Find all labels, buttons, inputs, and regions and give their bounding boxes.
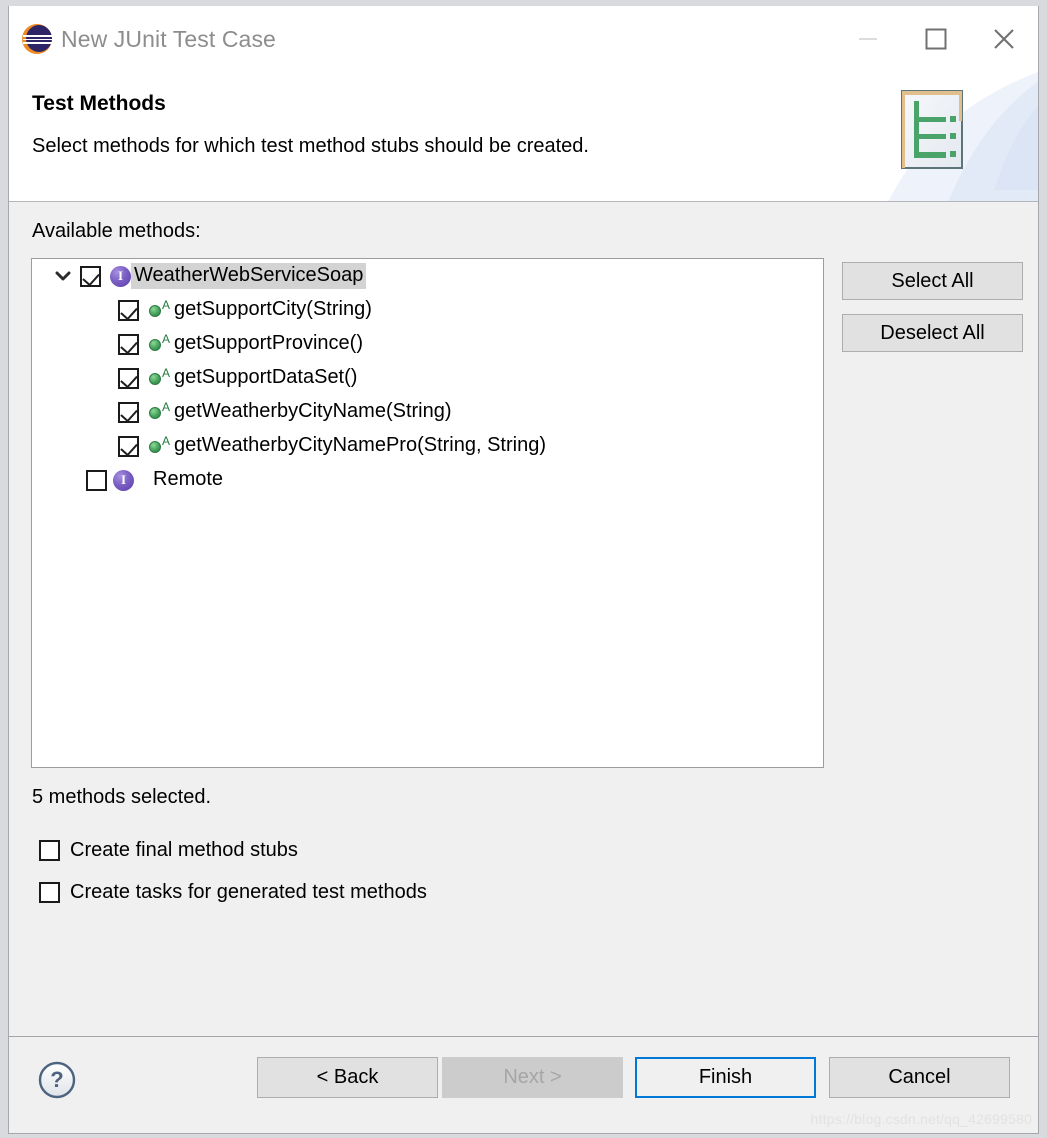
minimize-icon[interactable] xyxy=(834,6,902,72)
tree-item-label: WeatherWebServiceSoap xyxy=(131,263,367,289)
help-icon[interactable]: ? xyxy=(38,1061,76,1099)
finish-button[interactable]: Finish xyxy=(635,1057,816,1098)
abstract-method-icon: A xyxy=(148,332,170,355)
tree-checkbox[interactable] xyxy=(118,401,139,423)
table-row[interactable]: A getWeatherbyCityName(String) xyxy=(32,395,823,429)
tree-item-label: getSupportDataSet() xyxy=(174,366,358,388)
new-junit-test-case-dialog: New JUnit Test Case Test Methods Select … xyxy=(8,6,1039,1134)
tree-item-label: getWeatherbyCityName(String) xyxy=(174,400,452,422)
watermark: https://blog.csdn.net/qq_42699580 xyxy=(810,1111,1032,1127)
title-bar: New JUnit Test Case xyxy=(9,6,1038,72)
table-row[interactable]: I Remote xyxy=(32,463,823,497)
svg-text:?: ? xyxy=(50,1067,63,1092)
tree-checkbox[interactable] xyxy=(118,367,139,389)
tree-item-label: Remote xyxy=(153,468,224,490)
eclipse-icon xyxy=(22,24,52,54)
next-button: Next > xyxy=(442,1057,623,1098)
abstract-method-icon: A xyxy=(148,400,170,423)
table-row[interactable]: A getSupportProvince() xyxy=(32,327,823,361)
option-label: Create tasks for generated test methods xyxy=(70,881,427,903)
methods-selected-status: 5 methods selected. xyxy=(32,786,211,808)
abstract-method-icon: A xyxy=(148,434,170,457)
page-description: Select methods for which test method stu… xyxy=(32,135,589,157)
dialog-body: Available methods: I WeatherWebServiceSo… xyxy=(9,202,1038,1036)
checkbox[interactable] xyxy=(39,840,60,861)
window-controls xyxy=(834,6,1038,72)
chevron-down-icon[interactable] xyxy=(52,271,74,281)
interface-icon: I xyxy=(110,265,131,287)
maximize-icon[interactable] xyxy=(902,6,970,72)
back-button[interactable]: < Back xyxy=(257,1057,438,1098)
tree-item-label: getWeatherbyCityNamePro(String, String) xyxy=(174,434,546,456)
table-row[interactable]: I WeatherWebServiceSoap xyxy=(32,259,823,293)
create-tasks-option[interactable]: Create tasks for generated test methods xyxy=(39,881,427,904)
tree-checkbox[interactable] xyxy=(118,299,139,321)
checkbox[interactable] xyxy=(39,882,60,903)
page-title: Test Methods xyxy=(32,92,166,115)
tree-checkbox[interactable] xyxy=(80,265,101,287)
table-row[interactable]: A getSupportCity(String) xyxy=(32,293,823,327)
select-all-button[interactable]: Select All xyxy=(842,262,1023,300)
methods-tree[interactable]: I WeatherWebServiceSoap A getSupportCity… xyxy=(31,258,824,768)
table-row[interactable]: A getWeatherbyCityNamePro(String, String… xyxy=(32,429,823,463)
table-row[interactable]: A getSupportDataSet() xyxy=(32,361,823,395)
tree-item-label: getSupportProvince() xyxy=(174,332,363,354)
tree-checkbox[interactable] xyxy=(118,435,139,457)
tree-item-label: getSupportCity(String) xyxy=(174,298,372,320)
cancel-button[interactable]: Cancel xyxy=(829,1057,1010,1098)
abstract-method-icon: A xyxy=(148,298,170,321)
interface-icon: I xyxy=(113,469,134,491)
create-final-method-stubs-option[interactable]: Create final method stubs xyxy=(39,839,298,862)
deselect-all-button[interactable]: Deselect All xyxy=(842,314,1023,352)
abstract-method-icon: A xyxy=(148,366,170,389)
wizard-header: Test Methods Select methods for which te… xyxy=(9,72,1038,202)
option-label: Create final method stubs xyxy=(70,839,298,861)
junit-wizard-banner-icon xyxy=(901,90,963,169)
dialog-footer: ? < Back Next > Finish Cancel https://bl… xyxy=(9,1036,1038,1133)
window-title: New JUnit Test Case xyxy=(61,25,276,52)
available-methods-label: Available methods: xyxy=(32,220,201,242)
tree-checkbox[interactable] xyxy=(118,333,139,355)
tree-checkbox[interactable] xyxy=(86,469,107,491)
close-icon[interactable] xyxy=(970,6,1038,72)
